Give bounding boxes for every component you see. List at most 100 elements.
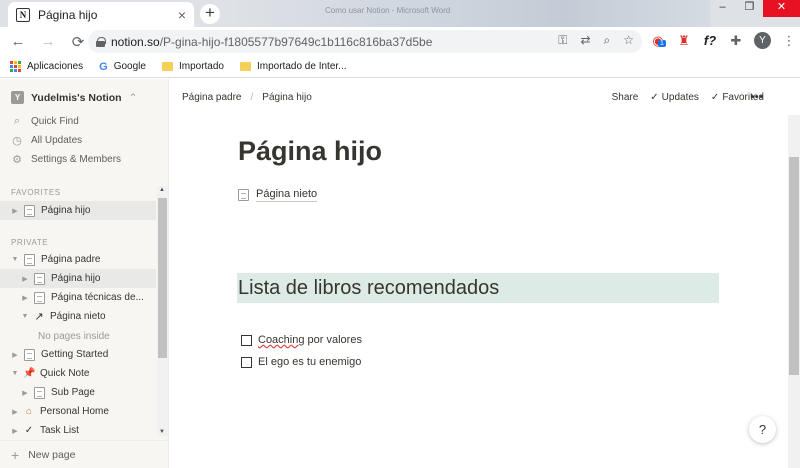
sidebar-item-label: Sub Page — [51, 387, 95, 398]
menu-icon[interactable]: ⋮ — [781, 33, 797, 49]
back-button[interactable]: ← — [6, 33, 30, 50]
subpage-link-pagina-nieto[interactable]: Página nieto — [238, 188, 318, 202]
collapse-triangle-icon[interactable]: ▼ — [10, 256, 20, 263]
bookmark-label: Importado — [178, 61, 224, 72]
workspace-switcher[interactable]: Y Yudelmis's Notion ⌃ — [11, 91, 137, 104]
tab-title: Página hijo — [38, 7, 98, 22]
window-controls: – ❐ ✕ — [709, 0, 800, 17]
heading-block[interactable]: Lista de libros recomendados — [237, 273, 719, 303]
sidebar-item-pagina-hijo[interactable]: ▶ Página hijo — [0, 269, 156, 288]
fx-extension-icon[interactable]: f? — [702, 33, 718, 48]
page-icon — [34, 272, 45, 285]
collapse-triangle-icon[interactable]: ▼ — [10, 370, 20, 377]
updates-label: Updates — [661, 91, 699, 103]
all-updates-link[interactable]: ◷ All Updates — [11, 134, 82, 147]
sidebar-item-label: Página nieto — [50, 311, 106, 322]
translate-icon[interactable]: ⇄ — [580, 33, 590, 48]
profile-avatar[interactable]: Y — [754, 32, 771, 49]
todo-text[interactable]: Coaching por valores — [258, 334, 362, 346]
updates-button[interactable]: ✓ Updates — [650, 92, 699, 103]
todo-item[interactable]: Coaching por valores — [241, 334, 362, 346]
folder-icon — [240, 62, 251, 71]
bookmark-google[interactable]: G Google — [99, 61, 146, 73]
scroll-down-arrow-icon[interactable]: ▼ — [159, 429, 165, 435]
close-icon[interactable]: × — [178, 7, 186, 23]
sidebar-item-task-list[interactable]: ▶ ✓ Task List — [0, 421, 156, 440]
share-button[interactable]: Share — [612, 92, 639, 103]
lock-icon[interactable] — [96, 36, 106, 47]
restore-button[interactable]: ❐ — [736, 0, 763, 17]
todo-text[interactable]: El ego es tu enemigo — [258, 356, 361, 368]
sidebar-item-quick-note[interactable]: ▼ 📌 Quick Note — [0, 364, 156, 383]
sidebar-item-pagina-padre[interactable]: ▼ Página padre — [0, 250, 156, 269]
sidebar-item-sub-page[interactable]: ▶ Sub Page — [0, 383, 156, 402]
expand-triangle-icon[interactable]: ▶ — [20, 275, 30, 283]
todo-text-misspelled: Coaching — [258, 334, 305, 346]
more-options-icon[interactable]: ••• — [750, 92, 764, 103]
breadcrumb-item-hijo[interactable]: Página hijo — [262, 92, 311, 103]
extension-badge-icon[interactable]: ◉1 — [650, 33, 666, 49]
main-scroll-thumb[interactable] — [789, 157, 799, 375]
main-scrollbar[interactable] — [788, 115, 800, 468]
sidebar-item-pagina-nieto[interactable]: ▼ ↗ Página nieto — [0, 307, 156, 326]
expand-triangle-icon[interactable]: ▶ — [20, 294, 30, 302]
sidebar-scrollbar[interactable]: ▲ ▼ — [157, 186, 168, 436]
window-close-button[interactable]: ✕ — [763, 0, 800, 17]
zoom-icon[interactable]: ⌕ — [604, 33, 611, 48]
scroll-up-arrow-icon[interactable]: ▲ — [159, 187, 165, 193]
puzzle-icon[interactable]: ✚ — [728, 33, 744, 49]
todo-text-rest: por valores — [304, 334, 362, 346]
link-arrow-icon: ↗ — [34, 311, 44, 323]
key-icon[interactable]: ⚿ — [558, 33, 567, 48]
sidebar-item-label: Página hijo — [51, 273, 101, 284]
sidebar-scroll-thumb[interactable] — [158, 198, 167, 358]
bookmark-importado-inter[interactable]: Importado de Inter... — [240, 61, 347, 72]
help-button[interactable]: ? — [749, 416, 776, 443]
expand-triangle-icon[interactable]: ▶ — [10, 427, 20, 435]
reload-button[interactable]: ⟳ — [66, 33, 90, 51]
tower-extension-icon[interactable]: ♜ — [676, 33, 692, 49]
forward-button[interactable]: → — [36, 33, 60, 50]
sidebar-item-getting-started[interactable]: ▶ Getting Started — [0, 345, 156, 364]
sidebar-item-personal-home[interactable]: ▶ ⌂ Personal Home — [0, 402, 156, 421]
browser-tab-strip: Como usar Notion - Microsoft Word N Pági… — [0, 0, 800, 27]
pushpin-icon: 📌 — [23, 368, 36, 379]
todo-item[interactable]: El ego es tu enemigo — [241, 356, 361, 368]
breadcrumb-item-padre[interactable]: Página padre — [182, 92, 242, 103]
collapse-triangle-icon[interactable]: ▼ — [20, 313, 30, 320]
sidebar-item-favorite-pagina-hijo[interactable]: ▶ Página hijo — [0, 201, 156, 220]
expand-triangle-icon[interactable]: ▶ — [10, 408, 20, 416]
breadcrumb-separator: / — [250, 91, 254, 103]
check-icon: ✓ — [650, 91, 659, 103]
star-icon[interactable]: ☆ — [623, 33, 634, 48]
todo-checkbox[interactable] — [241, 334, 252, 346]
url-host: notion.so — [111, 34, 160, 49]
bookmark-label: Importado de Inter... — [257, 61, 347, 72]
bookmark-apps[interactable]: Aplicaciones — [10, 61, 83, 72]
address-bar[interactable]: notion.so/P-gina-hijo-f1805577b97649c1b1… — [88, 30, 642, 53]
browser-tab[interactable]: N Página hijo × — [8, 2, 194, 27]
sidebar-item-pagina-tecnicas[interactable]: ▶ Página técnicas de... — [0, 288, 156, 307]
all-updates-label: All Updates — [31, 135, 83, 146]
sidebar-item-label: Página padre — [41, 254, 101, 265]
quick-find-link[interactable]: ⌕ Quick Find — [11, 115, 79, 128]
apps-grid-icon — [10, 61, 21, 72]
new-page-label: New page — [28, 448, 76, 461]
bookmark-importado[interactable]: Importado — [161, 61, 224, 72]
sidebar-item-label: Quick Note — [40, 368, 90, 379]
background-window-blur — [230, 0, 710, 27]
workspace-avatar: Y — [11, 91, 24, 104]
sidebar-item-label: Getting Started — [41, 349, 109, 360]
page-title[interactable]: Página hijo — [238, 136, 382, 167]
sidebar-item-label: Task List — [40, 425, 79, 436]
expand-triangle-icon[interactable]: ▶ — [10, 207, 20, 215]
new-tab-button[interactable]: + — [200, 4, 220, 24]
expand-triangle-icon[interactable]: ▶ — [10, 351, 20, 359]
new-page-button[interactable]: + New page — [0, 440, 168, 468]
minimize-button[interactable]: – — [709, 0, 736, 17]
expand-triangle-icon[interactable]: ▶ — [20, 389, 30, 397]
house-icon: ⌂ — [25, 406, 33, 417]
page-icon — [24, 253, 35, 266]
todo-checkbox[interactable] — [241, 356, 252, 368]
settings-link[interactable]: ⚙ Settings & Members — [11, 153, 121, 166]
